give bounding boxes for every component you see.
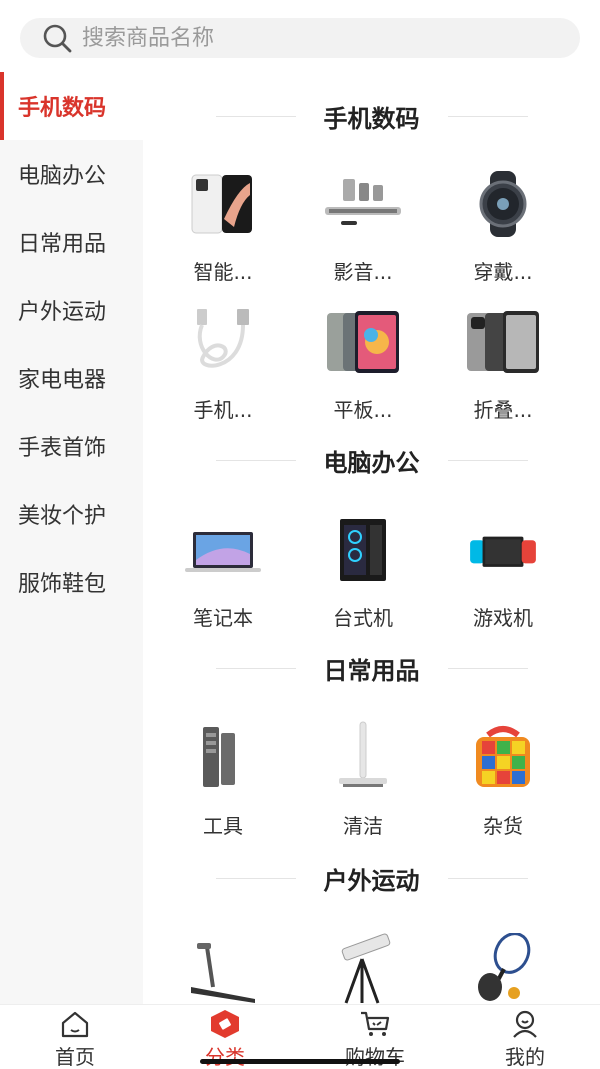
sidebar-item-label: 日常用品	[18, 232, 107, 257]
smartwatch-icon	[463, 164, 543, 244]
sidebar-item-beauty-care[interactable]: 美妆个护	[0, 480, 143, 548]
divider	[215, 115, 296, 117]
section-title: 电脑办公	[143, 440, 600, 480]
sidebar-item-label: 电脑办公	[18, 164, 107, 189]
telescope-icon	[323, 930, 403, 1004]
section-title: 户外运动	[143, 858, 600, 898]
category-item[interactable]	[298, 930, 428, 1004]
sidebar-item-watches-jewelry[interactable]: 手表首饰	[0, 412, 143, 480]
cube-speaker-icon	[463, 718, 543, 798]
category-item[interactable]: 平板...	[298, 302, 428, 423]
category-item[interactable]: 杂货	[438, 718, 568, 839]
category-item[interactable]: 穿戴...	[438, 164, 568, 285]
category-item-label: 平板...	[333, 398, 393, 422]
category-item-label: 清洁	[343, 814, 383, 838]
sidebar-item-label: 手机数码	[18, 96, 107, 121]
divider	[447, 115, 528, 117]
desktop-pc-icon	[323, 510, 403, 590]
sidebar-item-clothing-bags[interactable]: 服饰鞋包	[0, 548, 143, 616]
search-input[interactable]	[82, 25, 502, 51]
category-item-label: 杂货	[483, 814, 523, 838]
section-title: 日常用品	[143, 648, 600, 688]
category-content: 手机数码 智能... 影音... 穿戴... 手机... 平板... 折叠...…	[143, 72, 600, 1004]
section-title-text: 手机数码	[323, 104, 420, 133]
category-item[interactable]	[438, 930, 568, 1004]
category-item[interactable]: 笔记本	[158, 510, 288, 631]
sidebar-item-label: 户外运动	[18, 300, 107, 325]
section-title-text: 户外运动	[323, 866, 420, 895]
category-item-label: 智能...	[193, 260, 253, 284]
category-item[interactable]: 折叠...	[438, 302, 568, 423]
category-item[interactable]: 清洁	[298, 718, 428, 839]
tab-label: 首页	[55, 1045, 95, 1069]
divider	[215, 459, 296, 461]
divider	[215, 667, 296, 669]
tennis-racket-icon	[463, 930, 543, 1004]
category-item-label: 游戏机	[473, 606, 533, 630]
category-item[interactable]: 手机...	[158, 302, 288, 423]
home-indicator	[200, 1059, 400, 1064]
sidebar-item-outdoor-sports[interactable]: 户外运动	[0, 276, 143, 344]
laptop-icon	[183, 510, 263, 590]
category-item[interactable]	[158, 930, 288, 1004]
section-title-text: 电脑办公	[323, 448, 420, 477]
divider	[215, 877, 296, 879]
search-bar[interactable]	[20, 18, 580, 58]
sidebar-item-label: 服饰鞋包	[18, 572, 107, 597]
category-item-label: 台式机	[333, 606, 393, 630]
tab-profile[interactable]: 我的	[450, 1005, 600, 1069]
usb-cable-icon	[183, 302, 263, 382]
sidebar-item-phone-digital[interactable]: 手机数码	[0, 72, 143, 140]
cart-icon	[359, 1009, 391, 1039]
tab-label: 分类	[205, 1045, 245, 1069]
tablet-icon	[323, 302, 403, 382]
divider	[447, 459, 528, 461]
section-title: 手机数码	[143, 96, 600, 136]
sidebar-item-label: 手表首饰	[18, 436, 107, 461]
category-item[interactable]: 台式机	[298, 510, 428, 631]
category-item-label: 手机...	[193, 398, 253, 422]
sidebar-item-home-appliances[interactable]: 家电电器	[0, 344, 143, 412]
category-item-label: 折叠...	[473, 398, 533, 422]
sidebar-item-label: 美妆个护	[18, 504, 107, 529]
category-item[interactable]: 工具	[158, 718, 288, 839]
search-header	[0, 0, 600, 72]
category-item-label: 影音...	[333, 260, 393, 284]
screwdriver-set-icon	[183, 718, 263, 798]
mop-icon	[323, 718, 403, 798]
tab-label: 购物车	[345, 1045, 405, 1069]
category-item[interactable]: 游戏机	[438, 510, 568, 631]
speaker-icon	[323, 164, 403, 244]
sidebar-item-label: 家电电器	[18, 368, 107, 393]
category-item-label: 工具	[203, 814, 243, 838]
search-icon	[40, 21, 74, 55]
sidebar-item-daily-goods[interactable]: 日常用品	[0, 208, 143, 276]
treadmill-icon	[183, 930, 263, 1004]
category-sidebar: 手机数码 电脑办公 日常用品 户外运动 家电电器 手表首饰 美妆个护 服饰鞋包	[0, 72, 143, 1004]
tab-label: 我的	[505, 1045, 545, 1069]
tab-home[interactable]: 首页	[0, 1005, 150, 1069]
category-item[interactable]: 影音...	[298, 164, 428, 285]
profile-icon	[509, 1009, 541, 1039]
divider	[447, 667, 528, 669]
game-console-icon	[463, 510, 543, 590]
foldable-phone-icon	[463, 302, 543, 382]
category-item-label: 笔记本	[193, 606, 253, 630]
category-item[interactable]: 智能...	[158, 164, 288, 285]
smartphone-icon	[183, 164, 263, 244]
sidebar-item-computer-office[interactable]: 电脑办公	[0, 140, 143, 208]
divider	[447, 877, 528, 879]
section-title-text: 日常用品	[323, 656, 420, 685]
category-icon	[209, 1009, 241, 1039]
category-item-label: 穿戴...	[473, 260, 533, 284]
home-icon	[59, 1009, 91, 1039]
